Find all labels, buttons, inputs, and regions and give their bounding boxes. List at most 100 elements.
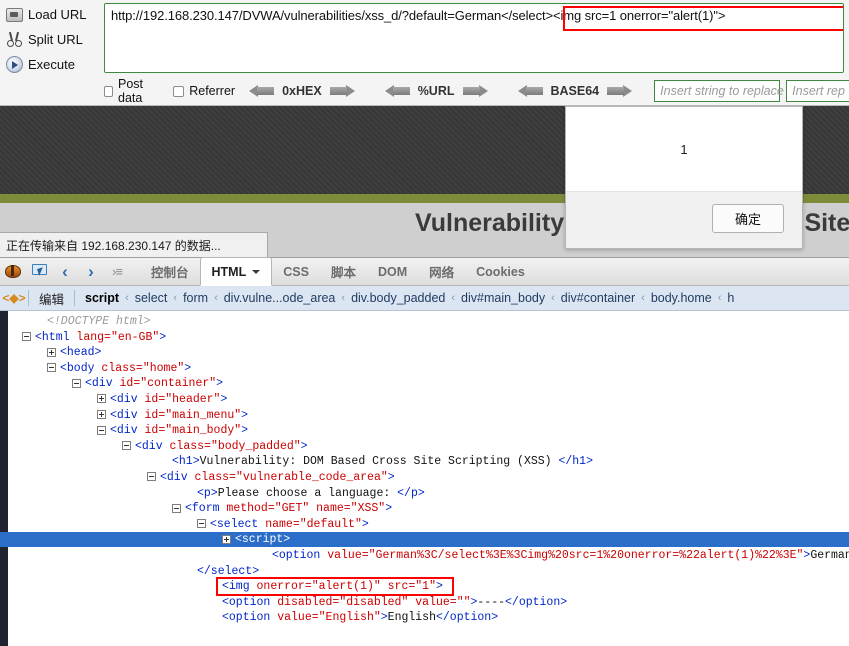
javascript-alert-dialog: 1 确定 bbox=[565, 106, 803, 249]
tab-html-label: HTML bbox=[211, 264, 247, 279]
post-data-label: Post data bbox=[118, 77, 144, 105]
url-encode-arrow-icon[interactable] bbox=[462, 85, 488, 97]
collapse-twisty-icon[interactable] bbox=[147, 472, 156, 482]
breadcrumb-separator-icon: ‹ bbox=[451, 292, 456, 304]
collapse-twisty-icon[interactable] bbox=[97, 425, 106, 435]
source-line[interactable]: <img onerror="alert(1)" src="1"> bbox=[222, 579, 443, 594]
inspect-element-icon[interactable] bbox=[26, 257, 52, 285]
checkbox-icon bbox=[104, 85, 114, 97]
html-source-icon[interactable]: <◆> bbox=[0, 286, 28, 310]
collapse-twisty-icon[interactable] bbox=[172, 503, 181, 513]
breadcrumb: <◆> 编辑 script ‹ select ‹ form ‹ div.vulne...od… bbox=[0, 286, 849, 311]
alert-message: 1 bbox=[680, 141, 688, 157]
base64-decode-arrow-icon[interactable] bbox=[517, 85, 544, 97]
base64-encode-arrow-icon[interactable] bbox=[606, 85, 633, 97]
replace-search-placeholder: Insert string to replace bbox=[660, 84, 784, 98]
source-line[interactable]: <select name="default"> bbox=[197, 517, 369, 532]
forward-icon[interactable]: › bbox=[78, 257, 104, 285]
execute-button[interactable]: Execute bbox=[0, 52, 100, 77]
breadcrumb-item[interactable]: body.home bbox=[649, 291, 714, 305]
replace-search-input[interactable]: Insert string to replace bbox=[654, 80, 784, 102]
breadcrumb-separator-icon: ‹ bbox=[341, 292, 346, 304]
alert-footer: 确定 bbox=[566, 191, 802, 248]
replace-with-placeholder: Insert rep bbox=[792, 84, 845, 98]
source-line[interactable]: <!DOCTYPE html> bbox=[47, 314, 151, 329]
source-line[interactable]: <script> bbox=[222, 532, 290, 547]
source-line[interactable]: <div id="header"> bbox=[97, 392, 227, 407]
url-input[interactable]: http://192.168.230.147/DVWA/vulnerabilit… bbox=[104, 3, 844, 73]
breadcrumb-separator-icon: ‹ bbox=[717, 292, 722, 304]
source-line[interactable]: <body class="home"> bbox=[47, 361, 191, 376]
breadcrumb-item[interactable]: form bbox=[181, 291, 210, 305]
tab-dom[interactable]: DOM bbox=[367, 258, 418, 285]
breadcrumb-item[interactable]: div.body_padded bbox=[349, 291, 447, 305]
html-source-tree[interactable]: <!DOCTYPE html> <html lang="en-GB"> <head>… bbox=[0, 311, 849, 646]
alert-ok-button[interactable]: 确定 bbox=[712, 204, 784, 233]
source-line[interactable]: <option value="English">English</option> bbox=[222, 610, 498, 625]
source-line[interactable]: <div id="container"> bbox=[72, 376, 223, 391]
expand-twisty-icon[interactable] bbox=[222, 534, 231, 544]
source-line[interactable]: <div id="main_menu"> bbox=[97, 408, 248, 423]
tab-console[interactable]: 控制台 bbox=[140, 258, 200, 285]
post-data-checkbox[interactable]: Post data bbox=[104, 77, 159, 105]
browser-page-area: Vulnerability: DOM Based Cross Site Scri… bbox=[0, 106, 849, 257]
load-url-label: Load URL bbox=[28, 7, 87, 22]
source-line[interactable]: <form method="GET" name="XSS"> bbox=[172, 501, 392, 516]
expand-twisty-icon[interactable] bbox=[97, 410, 106, 420]
source-line[interactable]: <div class="body_padded"> bbox=[122, 439, 308, 454]
tab-script[interactable]: 脚本 bbox=[320, 258, 367, 285]
load-url-button[interactable]: Load URL bbox=[0, 2, 100, 27]
hex-encoding-group: 0xHEX bbox=[249, 84, 355, 98]
tab-cookies[interactable]: Cookies bbox=[465, 258, 536, 285]
source-line[interactable]: </select> bbox=[197, 564, 259, 579]
source-line[interactable]: <html lang="en-GB"> bbox=[22, 330, 166, 345]
replace-with-input[interactable]: Insert rep bbox=[786, 80, 849, 102]
expand-twisty-icon[interactable] bbox=[47, 347, 56, 357]
hackbar-toolbar: Load URL Split URL Execute http://192.16… bbox=[0, 0, 849, 106]
breadcrumb-item[interactable]: script bbox=[83, 291, 121, 305]
tab-html[interactable]: HTML bbox=[199, 257, 273, 286]
source-line[interactable]: <p>Please choose a language: </p> bbox=[197, 486, 425, 501]
alert-body: 1 bbox=[566, 107, 802, 191]
expand-twisty-icon[interactable] bbox=[97, 394, 106, 404]
referrer-checkbox[interactable]: Referrer bbox=[173, 84, 235, 98]
split-url-label: Split URL bbox=[28, 32, 83, 47]
source-line[interactable]: <option disabled="disabled" value="">---… bbox=[222, 595, 567, 610]
split-url-icon bbox=[0, 27, 28, 52]
firebug-icon[interactable] bbox=[0, 257, 26, 285]
split-url-button[interactable]: Split URL bbox=[0, 27, 100, 52]
source-line[interactable]: <h1>Vulnerability: DOM Based Cross Site … bbox=[172, 454, 593, 469]
status-text: 正在传输来自 192.168.230.147 的数据... bbox=[6, 238, 221, 253]
breadcrumb-item[interactable]: div.vulne...ode_area bbox=[222, 291, 338, 305]
jump-to-list-icon[interactable]: ›≡ bbox=[104, 257, 130, 285]
url-label: %URL bbox=[417, 84, 455, 98]
url-decode-arrow-icon[interactable] bbox=[384, 85, 411, 97]
breadcrumb-item[interactable]: div#container bbox=[559, 291, 637, 305]
collapse-twisty-icon[interactable] bbox=[47, 363, 56, 373]
source-line[interactable]: <head> bbox=[47, 345, 101, 360]
back-icon[interactable]: ‹ bbox=[52, 257, 78, 285]
hex-decode-arrow-icon[interactable] bbox=[249, 85, 275, 97]
source-line[interactable]: <option value="German%3C/select%3E%3Cimg… bbox=[272, 548, 849, 563]
base64-encoding-group: BASE64 bbox=[517, 84, 633, 98]
source-gutter bbox=[0, 311, 8, 646]
collapse-twisty-icon[interactable] bbox=[72, 378, 81, 388]
breadcrumb-item[interactable]: div#main_body bbox=[459, 291, 547, 305]
breadcrumb-item[interactable]: h bbox=[725, 291, 736, 305]
hackbar-options-row: Post data Referrer 0xHEX %URL BASE64 Ins… bbox=[104, 77, 849, 105]
tab-css[interactable]: CSS bbox=[272, 258, 320, 285]
collapse-twisty-icon[interactable] bbox=[122, 441, 131, 451]
collapse-twisty-icon[interactable] bbox=[197, 519, 206, 529]
url-encoding-group: %URL bbox=[384, 84, 488, 98]
source-line[interactable]: <div class="vulnerable_code_area"> bbox=[147, 470, 395, 485]
breadcrumb-item[interactable]: select bbox=[133, 291, 170, 305]
selected-row-highlight bbox=[0, 532, 849, 548]
source-line[interactable]: <div id="main_body"> bbox=[97, 423, 248, 438]
collapse-twisty-icon[interactable] bbox=[22, 332, 31, 342]
edit-button[interactable]: 编辑 bbox=[29, 289, 74, 308]
breadcrumb-separator-icon: ‹ bbox=[641, 292, 645, 304]
hackbar-actions: Load URL Split URL Execute bbox=[0, 0, 100, 106]
tab-network[interactable]: 网络 bbox=[418, 258, 465, 285]
hex-label: 0xHEX bbox=[282, 84, 322, 98]
hex-encode-arrow-icon[interactable] bbox=[329, 85, 355, 97]
